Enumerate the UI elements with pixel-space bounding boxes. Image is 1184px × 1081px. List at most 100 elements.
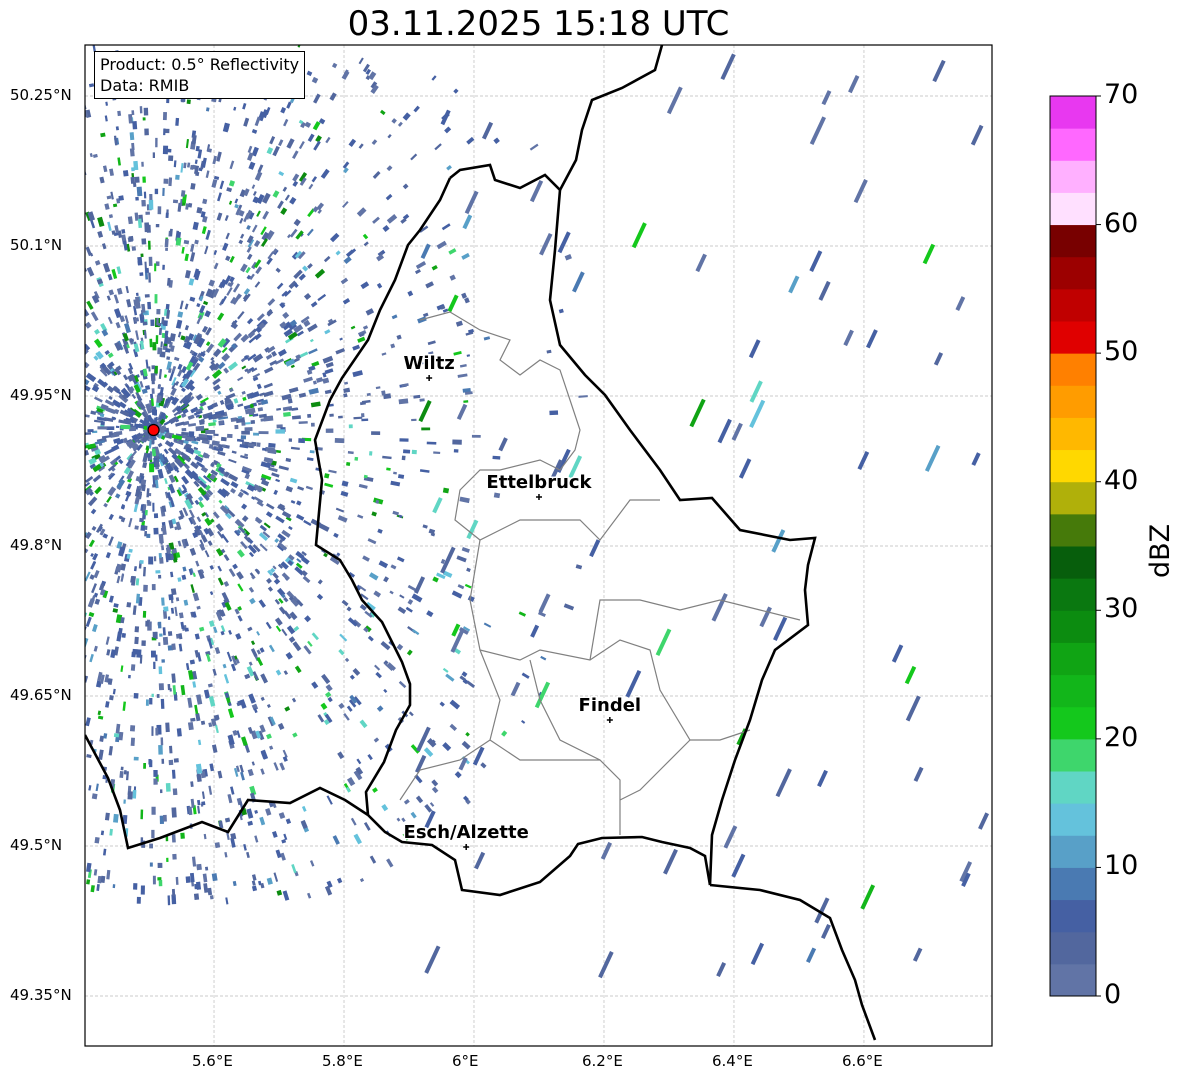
echo-pixel — [335, 347, 346, 355]
echo-pixel — [371, 139, 378, 146]
echo-pixel — [153, 409, 158, 416]
echo-pixel — [44, 664, 48, 670]
echo-streak — [853, 179, 868, 204]
echo-pixel — [71, 223, 76, 231]
echo-pixel — [85, 308, 90, 317]
echo-pixel — [85, 547, 89, 554]
echo-pixel — [167, 631, 173, 637]
echo-pixel — [464, 297, 470, 304]
echo-pixel — [291, 864, 297, 874]
echo-pixel — [78, 177, 83, 186]
echo-streak — [557, 231, 571, 254]
echo-pixel — [14, 408, 22, 413]
echo-pixel — [190, 798, 195, 808]
echo-pixel — [223, 581, 230, 587]
echo-pixel — [4, 640, 10, 645]
echo-pixel — [0, 41, 4, 46]
echo-pixel — [263, 382, 273, 389]
echo-pixel — [19, 878, 25, 887]
echo-pixel — [28, 446, 34, 451]
echo-pixel — [67, 218, 73, 227]
echo-pixel — [13, 190, 18, 194]
echo-pixel — [0, 657, 3, 664]
echo-pixel — [113, 603, 119, 608]
echo-pixel — [183, 162, 187, 169]
echo-pixel — [66, 104, 70, 108]
echo-pixel — [79, 735, 82, 739]
echo-pixel — [149, 862, 153, 867]
echo-pixel — [338, 648, 345, 656]
echo-pixel — [358, 143, 364, 149]
echo-pixel — [382, 455, 392, 460]
echo-pixel — [339, 633, 348, 642]
echo-pixel — [182, 566, 187, 572]
echo-pixel — [304, 121, 312, 128]
echo-pixel — [285, 457, 292, 463]
echo-pixel — [51, 899, 54, 904]
echo-pixel — [156, 694, 160, 698]
echo-pixel — [31, 338, 40, 345]
echo-pixel — [79, 752, 83, 761]
echo-pixel — [377, 528, 383, 534]
echo-pixel — [214, 646, 221, 655]
echo-pixel — [139, 106, 143, 114]
echo-pixel — [427, 340, 436, 346]
echo-pixel — [30, 450, 40, 456]
echo-pixel — [86, 300, 94, 310]
echo-pixel — [151, 448, 157, 457]
echo-pixel — [3, 326, 9, 332]
echo-streak — [806, 947, 817, 963]
echo-pixel — [204, 517, 213, 527]
echo-pixel — [148, 366, 151, 372]
echo-pixel — [49, 617, 56, 626]
echo-pixel — [27, 498, 37, 505]
echo-pixel — [190, 584, 195, 594]
echo-pixel — [173, 758, 179, 763]
echo-pixel — [62, 494, 67, 499]
echo-pixel — [374, 664, 381, 671]
echo-pixel — [292, 641, 302, 652]
echo-pixel — [324, 389, 332, 395]
echo-pixel — [163, 448, 169, 455]
echo-pixel — [142, 321, 148, 326]
echo-pixel — [284, 194, 290, 201]
echo-pixel — [521, 719, 526, 724]
echo-pixel — [225, 232, 230, 240]
echo-pixel — [158, 552, 162, 559]
echo-pixel — [222, 242, 229, 251]
colorbar — [1049, 95, 1101, 997]
echo-pixel — [19, 432, 22, 437]
echo-pixel — [30, 574, 38, 582]
echo-pixel — [285, 485, 294, 493]
echo-pixel — [166, 857, 169, 862]
radar-map[interactable]: WiltzEttelbruckFindelEsch/Alzette — [0, 0, 1184, 1081]
echo-pixel — [47, 810, 53, 818]
echo-pixel — [265, 511, 273, 518]
echo-pixel — [152, 631, 158, 638]
echo-pixel — [17, 628, 24, 635]
echo-pixel — [283, 670, 289, 676]
echo-pixel — [158, 369, 163, 380]
echo-pixel — [102, 262, 111, 273]
echo-pixel — [226, 287, 233, 296]
echo-pixel — [241, 365, 247, 370]
echo-pixel — [217, 565, 222, 572]
echo-pixel — [230, 487, 237, 494]
echo-pixel — [419, 469, 430, 473]
echo-streak — [820, 923, 831, 940]
echo-pixel — [298, 141, 305, 150]
echo-pixel — [316, 377, 324, 383]
echo-pixel — [549, 410, 559, 416]
echo-pixel — [194, 239, 199, 245]
echo-streak — [932, 59, 946, 83]
echo-pixel — [227, 708, 235, 719]
echo-pixel — [0, 39, 3, 43]
echo-pixel — [106, 495, 112, 503]
city-label: Esch/Alzette — [404, 822, 529, 843]
echo-pixel — [135, 578, 140, 586]
echo-pixel — [106, 869, 111, 880]
echo-pixel — [162, 636, 169, 646]
echo-pixel — [90, 885, 95, 893]
echo-pixel — [265, 808, 272, 816]
echo-pixel — [87, 429, 94, 433]
